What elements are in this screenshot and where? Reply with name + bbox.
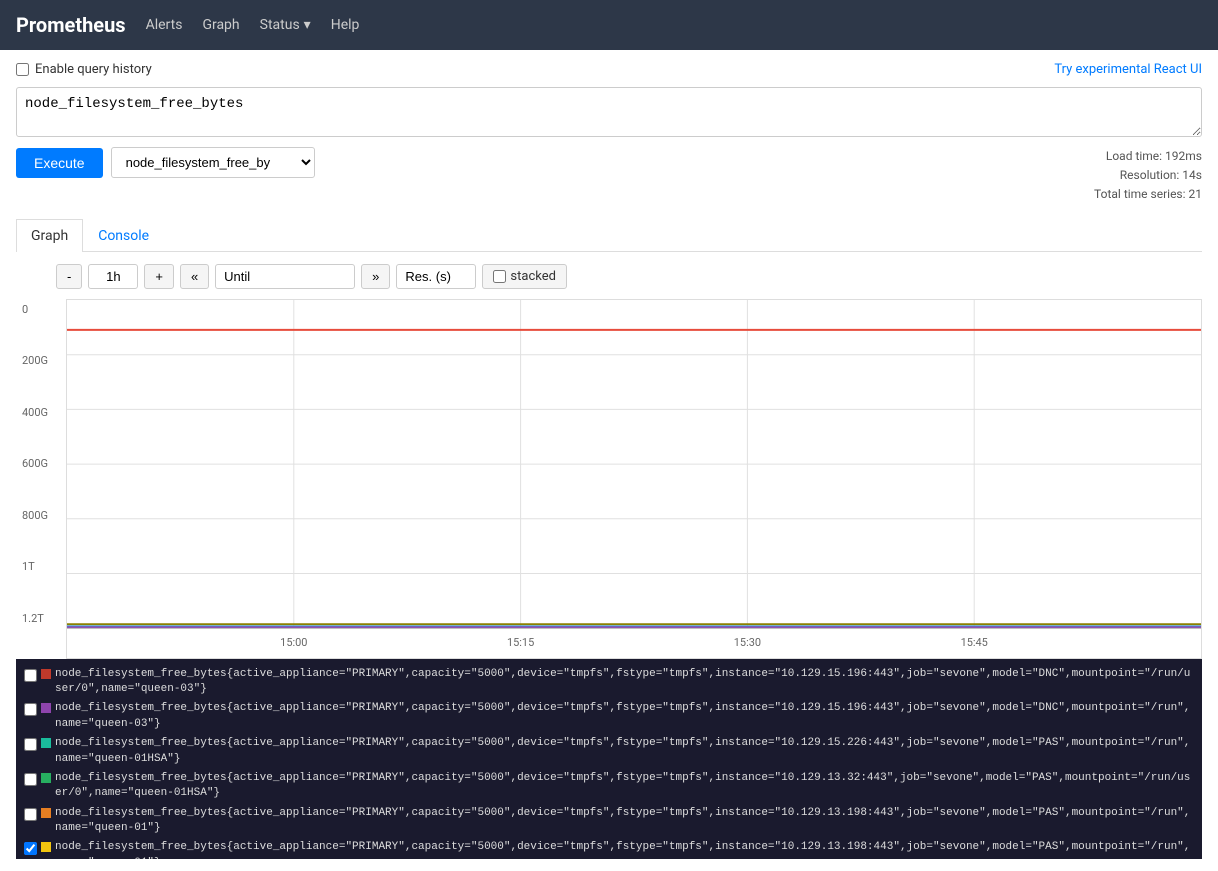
- navbar-brand[interactable]: Prometheus: [16, 13, 126, 37]
- nav-status-dropdown[interactable]: Status ▾: [260, 17, 311, 33]
- stacked-checkbox[interactable]: [493, 270, 506, 283]
- top-bar: Enable query history Try experimental Re…: [16, 62, 1202, 77]
- legend-color-swatch: [41, 808, 51, 818]
- y-axis-labels: 1.2T 1T 800G 600G 400G 200G 0: [16, 299, 54, 629]
- y-label-4: 400G: [22, 406, 48, 419]
- legend-item-text: node_filesystem_free_bytes{active_applia…: [55, 736, 1194, 767]
- nav-help[interactable]: Help: [331, 17, 360, 33]
- legend-item-checkbox[interactable]: [24, 842, 37, 855]
- stats-box: Load time: 192ms Resolution: 14s Total t…: [1094, 147, 1202, 205]
- svg-text:15:30: 15:30: [734, 636, 761, 649]
- legend-item-text: node_filesystem_free_bytes{active_applia…: [55, 840, 1194, 858]
- decrease-time-btn[interactable]: -: [56, 264, 82, 289]
- resolution-input[interactable]: [396, 264, 476, 289]
- y-label-2: 800G: [22, 509, 48, 522]
- graph-controls: - + « » stacked: [16, 264, 1202, 289]
- navbar: Prometheus Alerts Graph Status ▾ Help: [0, 0, 1218, 50]
- rewind-btn[interactable]: «: [180, 264, 209, 289]
- tab-console[interactable]: Console: [83, 219, 164, 252]
- svg-text:15:00: 15:00: [280, 636, 307, 649]
- legend-item-checkbox[interactable]: [24, 703, 37, 716]
- query-history-label[interactable]: Enable query history: [16, 62, 152, 77]
- tab-graph[interactable]: Graph: [16, 219, 83, 252]
- try-react-link[interactable]: Try experimental React UI: [1054, 62, 1202, 77]
- tabs: Graph Console: [16, 219, 1202, 252]
- legend-item-checkbox[interactable]: [24, 773, 37, 786]
- legend-color-swatch: [41, 773, 51, 783]
- y-label-1: 1T: [22, 560, 48, 573]
- legend-item-checkbox[interactable]: [24, 808, 37, 821]
- svg-text:15:15: 15:15: [507, 636, 534, 649]
- time-range-input[interactable]: [88, 264, 138, 289]
- legend-item-text: node_filesystem_free_bytes{active_applia…: [55, 701, 1194, 732]
- legend: node_filesystem_free_bytes{active_applia…: [16, 659, 1202, 859]
- legend-item: node_filesystem_free_bytes{active_applia…: [24, 734, 1194, 769]
- load-time: Load time: 192ms: [1094, 147, 1202, 166]
- y-label-5: 200G: [22, 354, 48, 367]
- query-input[interactable]: [16, 87, 1202, 137]
- svg-text:15:45: 15:45: [961, 636, 988, 649]
- nav-alerts[interactable]: Alerts: [146, 17, 183, 33]
- legend-item: node_filesystem_free_bytes{active_applia…: [24, 665, 1194, 700]
- query-area: [16, 87, 1202, 137]
- resolution: Resolution: 14s: [1094, 166, 1202, 185]
- execution-row: Execute node_filesystem_free_bytes node_…: [16, 147, 315, 178]
- until-input[interactable]: [215, 264, 355, 289]
- chart-wrapper: 1.2T 1T 800G 600G 400G 200G 0: [16, 299, 1202, 659]
- y-label-0: 1.2T: [22, 612, 48, 625]
- legend-item-text: node_filesystem_free_bytes{active_applia…: [55, 667, 1194, 698]
- legend-color-swatch: [41, 703, 51, 713]
- execute-button[interactable]: Execute: [16, 148, 103, 178]
- legend-item: node_filesystem_free_bytes{active_applia…: [24, 699, 1194, 734]
- stacked-label[interactable]: stacked: [482, 264, 567, 289]
- legend-color-swatch: [41, 842, 51, 852]
- legend-item: node_filesystem_free_bytes{active_applia…: [24, 804, 1194, 839]
- y-label-3: 600G: [22, 457, 48, 470]
- legend-item-text: node_filesystem_free_bytes{active_applia…: [55, 771, 1194, 802]
- increase-time-btn[interactable]: +: [144, 264, 174, 289]
- metric-select[interactable]: node_filesystem_free_bytes node_filesyst…: [111, 147, 315, 178]
- main-content: Enable query history Try experimental Re…: [0, 50, 1218, 871]
- total-time-series: Total time series: 21: [1094, 185, 1202, 204]
- legend-item: node_filesystem_free_bytes{active_applia…: [24, 838, 1194, 858]
- query-history-checkbox[interactable]: [16, 63, 29, 76]
- legend-item-checkbox[interactable]: [24, 669, 37, 682]
- forward-btn[interactable]: »: [361, 264, 390, 289]
- legend-item-checkbox[interactable]: [24, 738, 37, 751]
- chevron-down-icon: ▾: [304, 17, 311, 33]
- y-label-6: 0: [22, 303, 48, 316]
- legend-item-text: node_filesystem_free_bytes{active_applia…: [55, 806, 1194, 837]
- legend-item: node_filesystem_free_bytes{active_applia…: [24, 769, 1194, 804]
- chart-svg: 15:00 15:15 15:30 15:45: [66, 299, 1202, 659]
- legend-color-swatch: [41, 738, 51, 748]
- nav-graph[interactable]: Graph: [202, 17, 239, 33]
- legend-color-swatch: [41, 669, 51, 679]
